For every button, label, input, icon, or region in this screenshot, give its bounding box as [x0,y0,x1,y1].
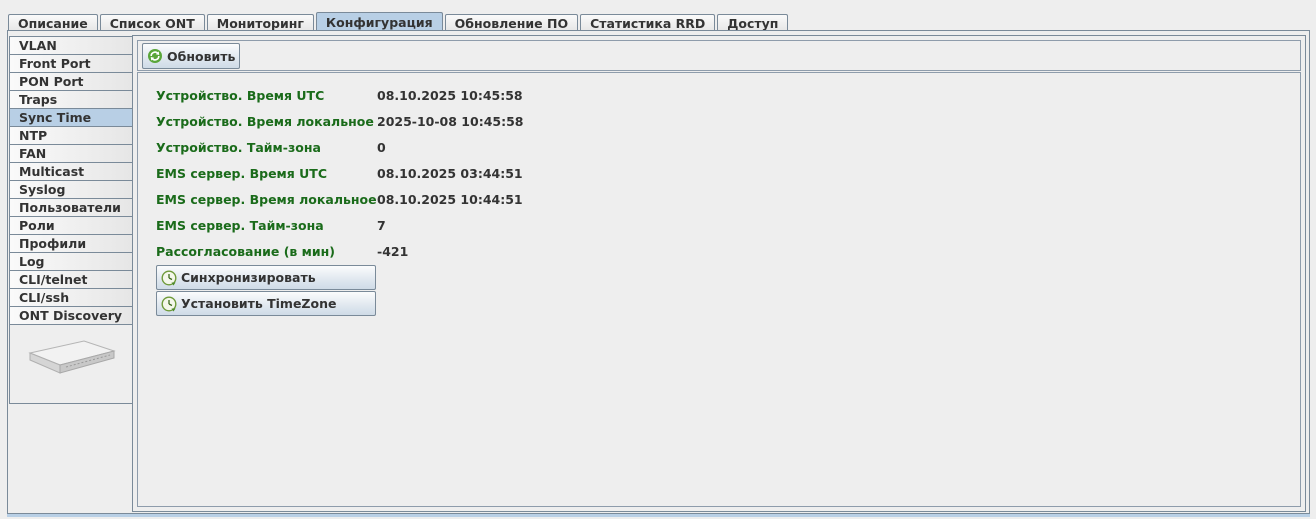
sidebar-item-vlan[interactable]: VLAN [9,36,132,54]
field-row-device-local: Устройство. Время локальное 2025-10-08 1… [156,113,524,131]
olt-device-icon [28,340,116,374]
tab-ont-list[interactable]: Список ONT [99,14,205,31]
field-value: 08.10.2025 03:44:51 [377,166,523,181]
clock-icon [161,269,177,286]
tab-firmware-update[interactable]: Обновление ПО [444,14,579,31]
sidebar-item-cli-ssh[interactable]: CLI/ssh [9,288,132,306]
sidebar-item-users[interactable]: Пользователи [9,198,132,216]
panel-bottom-border [7,514,1310,517]
field-row-device-timezone: Устройство. Тайм-зона 0 [156,139,386,157]
sidebar-item-log[interactable]: Log [9,252,132,270]
field-value: 08.10.2025 10:44:51 [377,192,523,207]
field-value: 2025-10-08 10:45:58 [377,114,524,129]
tab-configuration[interactable]: Конфигурация [315,12,443,31]
sidebar-item-ont-discovery[interactable]: ONT Discovery [9,306,132,324]
field-label: Устройство. Время UTC [156,88,325,103]
tab-monitoring[interactable]: Мониторинг [206,14,314,31]
field-label: EMS сервер. Тайм-зона [156,218,324,233]
field-value: 08.10.2025 10:45:58 [377,88,523,103]
sidebar-item-multicast[interactable]: Multicast [9,162,132,180]
sidebar-item-ntp[interactable]: NTP [9,126,132,144]
field-value: 0 [377,140,386,155]
device-image-panel [9,324,132,404]
sidebar-item-pon-port[interactable]: PON Port [9,72,132,90]
sidebar-item-roles[interactable]: Роли [9,216,132,234]
synchronize-button-label: Синхронизировать [181,270,316,285]
tab-access[interactable]: Доступ [717,14,789,31]
sidebar-item-traps[interactable]: Traps [9,90,132,108]
config-section-tabs: VLAN Front Port PON Port Traps Sync Time… [9,36,132,404]
field-label: Рассогласование (в мин) [156,244,335,259]
field-label: EMS сервер. Время локальное [156,192,377,207]
field-row-ems-utc: EMS сервер. Время UTC 08.10.2025 03:44:5… [156,165,523,183]
sidebar-item-sync-time[interactable]: Sync Time [9,108,132,126]
field-row-ems-timezone: EMS сервер. Тайм-зона 7 [156,217,386,235]
toolbar [137,40,1301,71]
sidebar-item-syslog[interactable]: Syslog [9,180,132,198]
field-row-time-mismatch: Рассогласование (в мин) -421 [156,243,408,261]
tab-description[interactable]: Описание [8,14,98,31]
set-timezone-button-label: Установить TimeZone [181,296,337,311]
field-value: 7 [377,218,386,233]
field-row-device-utc: Устройство. Время UTC 08.10.2025 10:45:5… [156,87,523,105]
sidebar-item-profiles[interactable]: Профили [9,234,132,252]
clock-icon [161,295,177,312]
field-label: Устройство. Время локальное [156,114,374,129]
sync-time-details: Устройство. Время UTC 08.10.2025 10:45:5… [137,72,1301,507]
sidebar-item-cli-telnet[interactable]: CLI/telnet [9,270,132,288]
field-label: EMS сервер. Время UTC [156,166,328,181]
sync-time-panel: Обновить Устройство. Время UTC 08.10.202… [132,35,1306,512]
field-row-ems-local: EMS сервер. Время локальное 08.10.2025 1… [156,191,523,209]
refresh-button[interactable]: Обновить [142,43,241,69]
field-value: -421 [377,244,409,259]
refresh-icon [148,49,162,63]
sidebar-item-front-port[interactable]: Front Port [9,54,132,72]
synchronize-button[interactable]: Синхронизировать [156,265,376,290]
tab-rrd-statistics[interactable]: Статистика RRD [580,14,716,31]
refresh-button-label: Обновить [167,48,236,64]
top-tab-bar: Описание Список ONT Мониторинг Конфигура… [8,12,790,31]
sidebar-item-fan[interactable]: FAN [9,144,132,162]
set-timezone-button[interactable]: Установить TimeZone [156,291,376,316]
field-label: Устройство. Тайм-зона [156,140,321,155]
